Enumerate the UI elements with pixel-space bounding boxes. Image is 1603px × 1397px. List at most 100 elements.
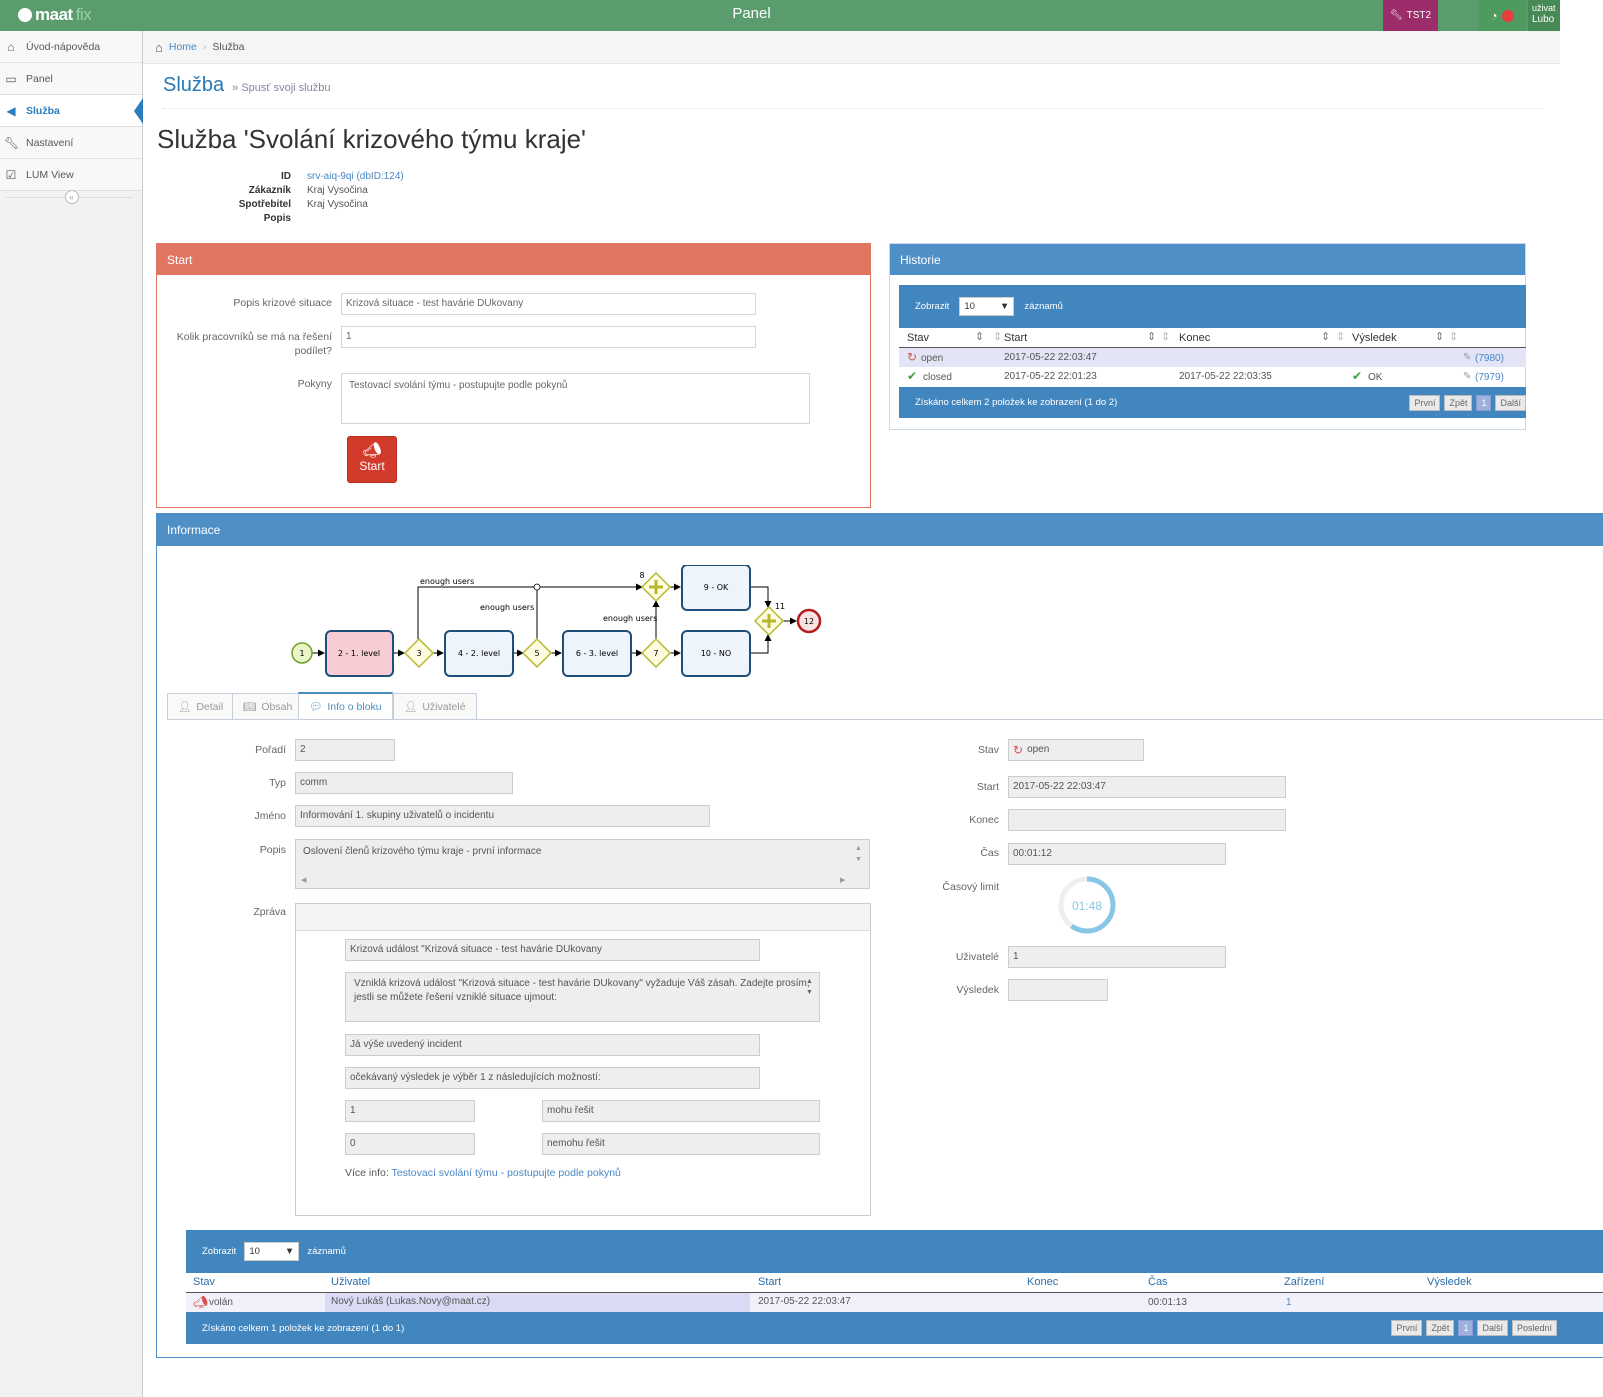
desktop-icon: ▭ (5, 71, 17, 86)
refresh-icon: ↻ (907, 350, 918, 364)
bpmn-parallel-gateway[interactable]: 11 (753, 602, 785, 637)
col-zarizeni[interactable]: Zařízení (1284, 1276, 1324, 1288)
result-label: Výsledek (956, 984, 999, 996)
sort-icon[interactable]: ⇕ (975, 330, 984, 343)
bpmn-gateway[interactable]: 7 (640, 637, 672, 669)
col-cas[interactable]: Čas (1148, 1276, 1168, 1288)
sort-icon[interactable]: ⇕ (1321, 330, 1330, 343)
end-event[interactable]: 12 (796, 608, 822, 634)
svg-text:6 - 3. level: 6 - 3. level (576, 649, 618, 658)
scroll-arrows-icon[interactable]: ▲ ▼ (806, 976, 813, 998)
sort-icon[interactable]: ⇕ (1449, 330, 1458, 343)
table-row[interactable]: 📣︎ volán Nový Lukáš (Lukas.Novy@maat.cz)… (186, 1293, 1603, 1312)
cas-field[interactable]: 00:01:12 (1008, 843, 1226, 865)
breadcrumb: ⌂ Home › Služba (143, 31, 1560, 64)
tab-info-o-bloku[interactable]: 💬︎ Info o bloku (298, 692, 393, 719)
bpmn-task[interactable]: 4 - 2. level (444, 630, 514, 677)
col-vysledek[interactable]: Výsledek (1352, 332, 1397, 344)
col-uzivatel[interactable]: Uživatel (331, 1276, 370, 1288)
sidebar-item-uvod[interactable]: ⌂ Úvod-nápověda (0, 31, 142, 63)
breadcrumb-home[interactable]: Home (169, 41, 197, 53)
result-field[interactable] (1008, 979, 1108, 1001)
poradi-field[interactable]: 2 (295, 739, 395, 761)
sort-icon[interactable]: ⇕ (1435, 330, 1444, 343)
option-key-0[interactable]: 0 (345, 1133, 475, 1155)
table-row[interactable]: ↻ open 2017-05-22 22:03:47 ✎ (7980) (899, 348, 1526, 367)
user-menu[interactable]: uživat Lubo (1528, 0, 1560, 31)
scroll-left-icon[interactable]: ◀ (301, 876, 306, 884)
jmeno-field[interactable]: Informování 1. skupiny uživatelů o incid… (295, 805, 710, 827)
edit-pencil-icon[interactable]: ✎ (1463, 371, 1471, 382)
col-vysledek[interactable]: Výsledek (1427, 1276, 1472, 1288)
tab-detail[interactable]: 👤︎ Detail (167, 693, 235, 719)
stav-field[interactable]: ↻ open (1008, 739, 1144, 761)
informace-panel-header: Informace (157, 514, 1603, 546)
crisis-description-input[interactable]: Krizová situace - test havárie DUkovany (341, 293, 756, 315)
book-icon: 📖︎ (243, 701, 257, 713)
sidebar-collapse[interactable]: « (0, 190, 143, 204)
start-button[interactable]: 📣︎ Start (347, 436, 397, 483)
bpmn-gateway[interactable]: 5 (521, 637, 553, 669)
time-limit-gauge: 01:48 (1058, 876, 1116, 934)
check-square-icon: ☑ (5, 167, 17, 182)
popis-textarea[interactable]: Oslovení členů krizového týmu kraje - pr… (295, 839, 870, 889)
users-label: Uživatelé (955, 951, 999, 963)
sort-icon[interactable]: ⇕ (1336, 330, 1345, 343)
start-event[interactable]: 1 (291, 642, 313, 664)
sidebar-item-nastaveni[interactable]: 🔧︎ Nastavení (0, 127, 142, 159)
col-konec[interactable]: Konec (1027, 1276, 1058, 1288)
sidebar-item-panel[interactable]: ▭ Panel (0, 63, 142, 95)
history-link[interactable]: (7979) (1475, 372, 1504, 383)
environment-badge[interactable]: 🔧︎ TST2 (1383, 0, 1438, 31)
message-subject[interactable]: Krizová událost "Krizová situace - test … (345, 939, 760, 961)
users-page-size-select[interactable]: 10 ▼ (244, 1242, 300, 1261)
scroll-arrows-icon[interactable]: ▲ ▼ (855, 843, 862, 865)
konec-field[interactable] (1008, 809, 1286, 831)
bpmn-gateway[interactable]: 3 (403, 637, 435, 669)
col-start[interactable]: Start (1004, 332, 1027, 344)
tab-obsah[interactable]: 📖︎ Obsah (232, 693, 304, 719)
users-field[interactable]: 1 (1008, 946, 1226, 968)
sidebar-item-sluzba[interactable]: ◀ Služba (0, 95, 143, 127)
sort-icon[interactable]: ⇕ (1161, 330, 1170, 343)
history-link[interactable]: (7980) (1475, 353, 1504, 364)
col-konec[interactable]: Konec (1179, 332, 1210, 344)
workers-count-input[interactable]: 1 (341, 326, 756, 348)
svg-text:5: 5 (534, 649, 539, 658)
bpmn-parallel-gateway[interactable]: 8 (639, 571, 672, 603)
collapse-icon[interactable]: « (64, 190, 79, 204)
sort-icon[interactable]: ⇕ (993, 330, 1002, 343)
history-table-header: Stav ⇕ ⇕ Start ⇕ ⇕ Konec ⇕ ⇕ Výsledek ⇕ … (899, 328, 1526, 348)
start-field[interactable]: 2017-05-22 22:03:47 (1008, 776, 1286, 798)
bullhorn-icon: ◀ (6, 103, 16, 118)
col-start[interactable]: Start (758, 1276, 781, 1288)
bpmn-task[interactable]: 6 - 3. level (562, 630, 632, 677)
edit-pencil-icon[interactable]: ✎ (1463, 352, 1471, 363)
bpmn-task[interactable]: 10 - NO (681, 630, 751, 677)
instructions-textarea[interactable]: Testovací svolání týmu - postupujte podl… (341, 373, 810, 424)
option-key-1[interactable]: 1 (345, 1100, 475, 1122)
scroll-right-icon[interactable]: ▶ (840, 876, 845, 884)
bpmn-task[interactable]: 2 - 1. level (325, 630, 394, 677)
col-stav[interactable]: Stav (193, 1276, 215, 1288)
status-indicators[interactable]: ◔ (1478, 0, 1526, 31)
time-limit-label: Časový limit (942, 881, 999, 893)
sidebar-item-lum-view[interactable]: ☑ LUM View (0, 159, 142, 191)
message-body[interactable]: Vzniklá krizová událost "Krizová situace… (345, 972, 820, 1022)
message-line1[interactable]: Já výše uvedený incident (345, 1034, 760, 1056)
tab-uzivatele[interactable]: 👤︎ Uživatelé (393, 693, 477, 719)
option-value-1[interactable]: mohu řešit (542, 1100, 820, 1122)
history-page-size-select[interactable]: 10 ▼ (959, 297, 1015, 316)
message-line2[interactable]: očekávaný výsledek je výběr 1 z následuj… (345, 1067, 760, 1089)
users-table-footer: Získáno celkem 1 položek ke zobrazení (1… (186, 1312, 1603, 1344)
dashboard-icon: ◔ (1490, 8, 1498, 23)
option-value-0[interactable]: nemohu řešit (542, 1133, 820, 1155)
more-info-link[interactable]: Testovací svolání týmu - postupujte podl… (392, 1167, 621, 1179)
col-stav[interactable]: Stav (907, 332, 929, 344)
typ-field[interactable]: comm (295, 772, 513, 794)
sort-icon[interactable]: ⇕ (1147, 330, 1156, 343)
home-icon: ⌂ (7, 39, 15, 54)
bpmn-task[interactable]: 9 - OK (681, 565, 751, 611)
table-row[interactable]: ✔ closed 2017-05-22 22:01:23 2017-05-22 … (899, 367, 1526, 386)
comment-icon: 💬︎ (309, 701, 323, 713)
